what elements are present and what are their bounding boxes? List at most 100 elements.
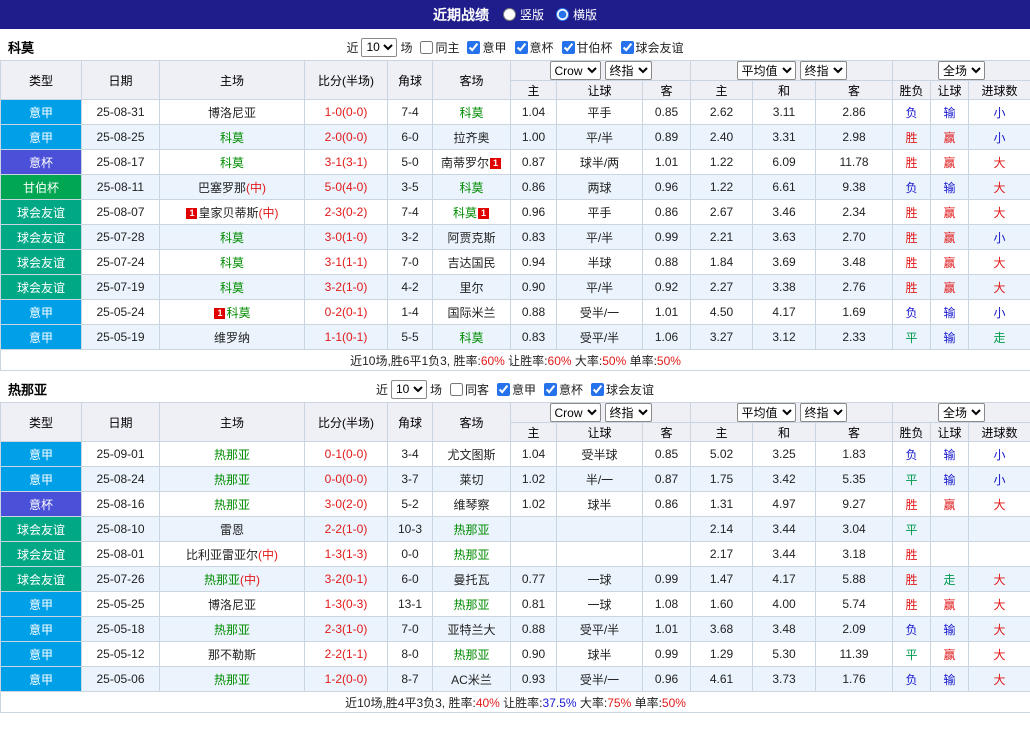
away-team-cell: 热那亚: [432, 541, 511, 567]
odds-company-select[interactable]: Crow: [549, 61, 601, 80]
handicap-home-odds: 0.88: [510, 616, 557, 642]
odds-final-select[interactable]: 终指: [604, 403, 652, 422]
odds-company-select[interactable]: Crow: [549, 403, 601, 422]
same-ground-checkbox[interactable]: [420, 40, 434, 54]
layout-radio-horizontal[interactable]: 横版: [556, 6, 597, 23]
layout-radio-vertical[interactable]: 竖版: [502, 6, 544, 23]
away-team-cell: 亚特兰大: [432, 616, 511, 642]
score-cell: 1-3(0-3): [304, 591, 388, 617]
text-segment: 科莫: [219, 130, 244, 145]
league-checkbox[interactable]: [620, 40, 634, 54]
result-winloss-cell: 胜: [892, 591, 932, 617]
result-goals-cell: 小: [968, 224, 1030, 250]
match-date-cell: 25-09-01: [81, 441, 160, 467]
text-segment: 热那亚: [453, 647, 490, 662]
odds-final-select[interactable]: 终指: [604, 61, 652, 80]
odds-select-header: Crow 终指: [510, 402, 691, 423]
col-header-corner: 角球: [387, 402, 433, 442]
league-checkbox[interactable]: [544, 382, 558, 396]
layout-radio-input[interactable]: [502, 8, 516, 21]
match-count-select[interactable]: 10: [361, 37, 398, 57]
text-segment: 单率:: [626, 353, 657, 368]
full-match-select[interactable]: 全场: [938, 61, 986, 80]
result-handicap-cell: 输: [930, 99, 970, 125]
match-type-cell: 意甲: [0, 324, 82, 350]
avg-away-odds: 3.04: [814, 516, 894, 542]
league-checkbox[interactable]: [561, 40, 575, 54]
result-goals-cell: 小: [968, 466, 1030, 492]
avg-draw-odds: 3.12: [752, 324, 816, 350]
handicap-line: 球半: [556, 641, 643, 667]
handicap-line: 两球: [556, 174, 643, 200]
league-checkbox[interactable]: [514, 40, 528, 54]
result-handicap-cell: [930, 516, 970, 542]
handicap-line: 受半/一: [556, 299, 643, 325]
avg-draw-odds: 3.48: [752, 616, 816, 642]
handicap-away-odds: 1.01: [642, 616, 691, 642]
avg-final-select[interactable]: 终指: [799, 403, 847, 422]
match-type-cell: 球会友谊: [0, 541, 82, 567]
full-match-select[interactable]: 全场: [938, 403, 986, 422]
handicap-home-odds: 0.86: [510, 174, 557, 200]
same-ground-checkbox-label[interactable]: 同主: [420, 39, 459, 56]
avg-home-odds: 2.27: [690, 274, 753, 300]
league-checkbox-label[interactable]: 意甲: [467, 39, 507, 56]
text-segment: 博洛尼亚: [207, 597, 256, 612]
same-ground-checkbox-label[interactable]: 同客: [449, 381, 489, 398]
avg-draw-odds: 3.46: [752, 199, 816, 225]
avg-home-odds: 1.75: [690, 466, 753, 492]
handicap-home-odds: 1.04: [510, 99, 557, 125]
match-type-cell: 意杯: [0, 149, 82, 175]
league-checkbox-label[interactable]: 球会友谊: [620, 39, 684, 56]
same-ground-checkbox[interactable]: [449, 382, 463, 396]
match-date-cell: 25-07-19: [81, 274, 160, 300]
avg-home-odds: 3.68: [690, 616, 753, 642]
match-row: 球会友谊 25-07-24 科莫 3-1(1-1) 7-0 吉达国民 0.94 半球 0.88 1…: [0, 249, 1030, 275]
league-checkbox-label[interactable]: 球会友谊: [591, 381, 654, 398]
match-type-cell: 球会友谊: [0, 516, 82, 542]
league-checkbox-label[interactable]: 意杯: [544, 381, 583, 398]
avg-value-select[interactable]: 平均值: [736, 403, 796, 422]
team-name: 科莫: [8, 40, 35, 56]
league-checkbox-label[interactable]: 意甲: [497, 381, 536, 398]
corner-cell: 6-0: [387, 124, 433, 150]
layout-radio-label: 竖版: [519, 8, 544, 22]
result-winloss-cell: 胜: [892, 541, 932, 567]
match-count-select[interactable]: 10: [390, 379, 427, 399]
avg-home-odds: 1.31: [690, 491, 753, 517]
home-team-cell: 科莫: [159, 274, 305, 300]
match-type-cell: 甘伯杯: [0, 174, 82, 200]
avg-final-select[interactable]: 终指: [799, 61, 847, 80]
league-checkbox[interactable]: [497, 382, 510, 396]
score-cell: 0-0(0-0): [304, 466, 388, 492]
home-team-cell: 热那亚(中): [159, 566, 305, 592]
result-goals-cell: 大: [968, 149, 1030, 175]
summary-row: 近10场,胜6平1负3, 胜率:60% 让胜率:60% 大率:50% 单率:50…: [0, 349, 1030, 371]
col-header-away: 客场: [432, 402, 511, 442]
avg-away-odds: 9.38: [814, 174, 894, 200]
league-checkbox[interactable]: [591, 382, 605, 396]
handicap-line: 一球: [556, 591, 643, 617]
corner-cell: 5-5: [387, 324, 433, 350]
text-segment: 75%: [607, 695, 632, 710]
match-date-cell: 25-08-17: [81, 149, 160, 175]
league-checkbox[interactable]: [467, 40, 481, 54]
league-checkbox-label[interactable]: 意杯: [514, 39, 554, 56]
away-team-cell: 阿贾克斯: [432, 224, 511, 250]
text-segment: 热那亚: [213, 472, 250, 487]
handicap-away-odds: 0.86: [642, 199, 691, 225]
match-type-cell: 意甲: [0, 616, 82, 642]
corner-cell: 8-0: [387, 641, 433, 667]
score-cell: 3-2(0-1): [304, 566, 388, 592]
home-team-cell: 博洛尼亚: [159, 591, 305, 617]
league-checkbox-label[interactable]: 甘伯杯: [561, 39, 613, 56]
match-date-cell: 25-05-25: [81, 591, 160, 617]
corner-cell: 3-7: [387, 466, 433, 492]
text-segment: 热那亚: [203, 572, 240, 587]
match-type-cell: 意甲: [0, 124, 82, 150]
text-segment: 吉达国民: [447, 255, 496, 270]
avg-draw-odds: 3.44: [752, 541, 816, 567]
avg-value-select[interactable]: 平均值: [736, 61, 796, 80]
layout-radio-input[interactable]: [556, 8, 569, 21]
match-date-cell: 25-05-19: [81, 324, 160, 350]
